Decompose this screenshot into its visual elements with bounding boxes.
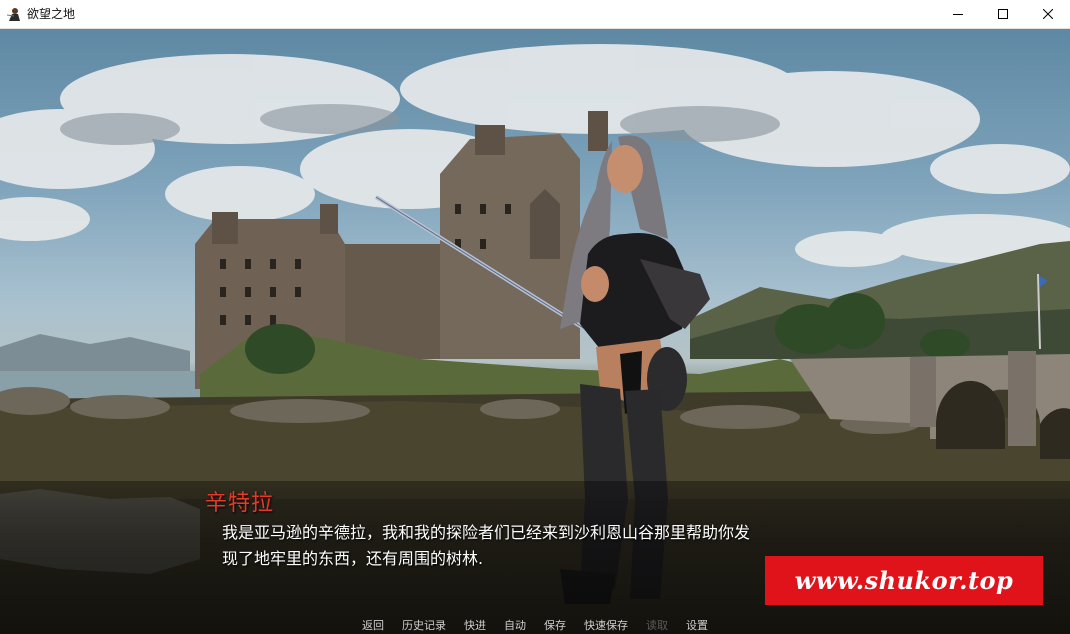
- dialogue-line-1: 我是亚马逊的辛德拉，我和我的探险者们已经来到沙利恩山谷那里帮助你发: [222, 523, 751, 542]
- speaker-name: 辛特拉: [205, 491, 275, 516]
- quick-menu-skip[interactable]: 快进: [455, 617, 495, 634]
- game-avatar-icon: [6, 6, 22, 22]
- quick-menu-save[interactable]: 保存: [535, 617, 575, 634]
- quick-menu: 返回 历史记录 快进 自动 保存 快速保存 读取 设置: [0, 617, 1070, 634]
- quick-menu-load[interactable]: 读取: [637, 617, 677, 634]
- window-title: 欲望之地: [27, 7, 76, 21]
- minimize-button[interactable]: [935, 0, 981, 28]
- close-icon: [1043, 9, 1053, 19]
- game-scene[interactable]: 辛特拉 我是亚马逊的辛德拉，我和我的探险者们已经来到沙利恩山谷那里帮助你发 现了…: [0, 29, 1070, 634]
- dialogue-line-2: 现了地牢里的东西，还有周围的树林.: [222, 549, 484, 568]
- watermark-banner: www.shukor.top: [765, 556, 1043, 605]
- quick-menu-quicksave[interactable]: 快速保存: [575, 617, 637, 634]
- quick-menu-back[interactable]: 返回: [353, 617, 393, 634]
- quick-menu-auto[interactable]: 自动: [495, 617, 535, 634]
- dialogue-text: 我是亚马逊的辛德拉，我和我的探险者们已经来到沙利恩山谷那里帮助你发 现了地牢里的…: [222, 520, 842, 572]
- maximize-button[interactable]: [980, 0, 1026, 28]
- left-mountains: [0, 334, 190, 374]
- maximize-icon: [998, 9, 1008, 19]
- quick-menu-history[interactable]: 历史记录: [393, 617, 455, 634]
- close-button[interactable]: [1025, 0, 1070, 28]
- quick-menu-settings[interactable]: 设置: [677, 617, 717, 634]
- watermark-text: www.shukor.top: [794, 566, 1014, 595]
- minimize-icon: [953, 14, 963, 15]
- game-window: 欲望之地 辛特拉 我是亚马逊的辛德拉，我和我的探险者们已经来到沙利恩山谷那里帮助…: [0, 0, 1070, 634]
- title-bar[interactable]: 欲望之地: [0, 0, 1070, 29]
